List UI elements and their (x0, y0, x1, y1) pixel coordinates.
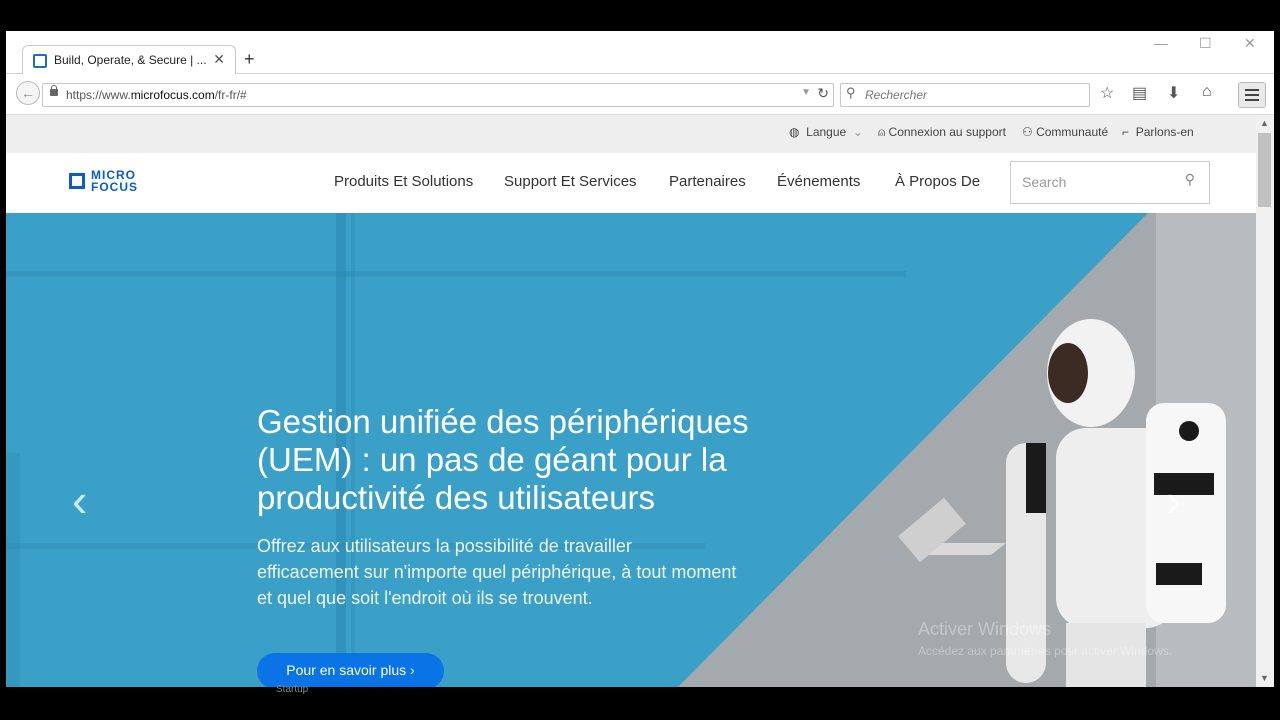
browser-window: Build, Operate, & Secure | ... ✕ + — ☐ ✕… (6, 31, 1274, 687)
scroll-up-icon[interactable]: ▲ (1260, 118, 1269, 128)
tab-active[interactable]: Build, Operate, & Secure | ... ✕ (22, 45, 236, 74)
tab-strip: Build, Operate, & Secure | ... ✕ + — ☐ ✕ (6, 31, 1274, 74)
url-bar[interactable]: https://www.microfocus.com/fr-fr/# ▼ ↻ (42, 83, 834, 107)
download-icon[interactable]: ⬇ (1167, 83, 1180, 103)
carousel-prev-arrow-icon[interactable]: ‹ (72, 473, 87, 527)
scroll-down-icon[interactable]: ▼ (1260, 673, 1269, 683)
home-icon[interactable]: ⌂ (1202, 83, 1212, 101)
support-login-link[interactable]: ⍝ Connexion au support (878, 125, 1006, 140)
tab-close-icon[interactable]: ✕ (213, 51, 225, 68)
nav-support[interactable]: Support Et Services (504, 173, 637, 190)
url-text: https://www.microfocus.com/fr-fr/# (66, 88, 247, 102)
taskbar-item[interactable]: Startup (276, 684, 308, 695)
nav-events[interactable]: Événements (777, 173, 860, 190)
carousel-next-arrow-icon[interactable]: › (1166, 473, 1181, 527)
nav-products[interactable]: Produits Et Solutions (334, 173, 473, 190)
utility-bar: ◍ Langue ⌄ ⍝ Connexion au support ⚇ Comm… (6, 115, 1256, 153)
site-favicon-icon (33, 54, 47, 68)
language-selector[interactable]: ◍ Langue ⌄ (789, 125, 863, 139)
community-link[interactable]: ⚇ Communauté (1022, 125, 1108, 139)
scroll-thumb[interactable] (1258, 133, 1271, 207)
nav-partners[interactable]: Partenaires (669, 173, 746, 190)
browser-search-input[interactable]: ⚲ Rechercher (840, 83, 1090, 107)
contact-link[interactable]: ⌐ Parlons-en (1122, 125, 1194, 139)
navigation-toolbar: ← https://www.microfocus.com/fr-fr/# ▼ ↻… (6, 74, 1274, 115)
learn-more-button[interactable]: Pour en savoir plus › (257, 653, 444, 687)
hero-subtitle: Offrez aux utilisateurs la possibilité d… (257, 536, 737, 608)
minimize-icon[interactable]: — (1154, 35, 1168, 51)
site-header: MICRO FOCUS Produits Et Solutions Support… (6, 153, 1256, 213)
taskbar: Startup (0, 684, 1280, 720)
search-icon[interactable]: ⚲ (1185, 171, 1195, 188)
history-dropdown-icon[interactable]: ▼ (801, 87, 811, 98)
tab-title: Build, Operate, & Secure | ... (54, 53, 207, 67)
hero-carousel: ‹ › Gestion unifiée des périphériques (U… (6, 213, 1256, 687)
close-window-icon[interactable]: ✕ (1244, 35, 1256, 52)
new-tab-button[interactable]: + (244, 49, 255, 70)
site-search-input[interactable]: Search ⚲ (1010, 161, 1210, 204)
hamburger-menu-icon[interactable] (1238, 82, 1266, 108)
maximize-icon[interactable]: ☐ (1199, 35, 1212, 52)
web-page: ◍ Langue ⌄ ⍝ Connexion au support ⚇ Comm… (6, 115, 1256, 687)
page-scrollbar[interactable]: ▲ ▼ (1256, 115, 1274, 687)
browser-search-placeholder: Rechercher (865, 88, 928, 102)
back-arrow-icon[interactable]: ← (16, 81, 40, 105)
lock-icon (50, 85, 58, 96)
nav-about[interactable]: À Propos De (895, 173, 980, 190)
windows-activation-hint: Accédez aux paramètres pour activer Wind… (918, 644, 1173, 658)
hero-title: Gestion unifiée des périphériques (UEM) … (257, 403, 749, 516)
search-icon: ⚲ (846, 85, 856, 100)
logo-mark-icon (69, 173, 85, 189)
bookmark-star-icon[interactable]: ☆ (1100, 83, 1114, 103)
reload-icon[interactable]: ↻ (817, 85, 829, 102)
windows-activation-watermark: Activer Windows (918, 619, 1052, 639)
bookmarks-list-icon[interactable]: ▤ (1132, 83, 1147, 103)
